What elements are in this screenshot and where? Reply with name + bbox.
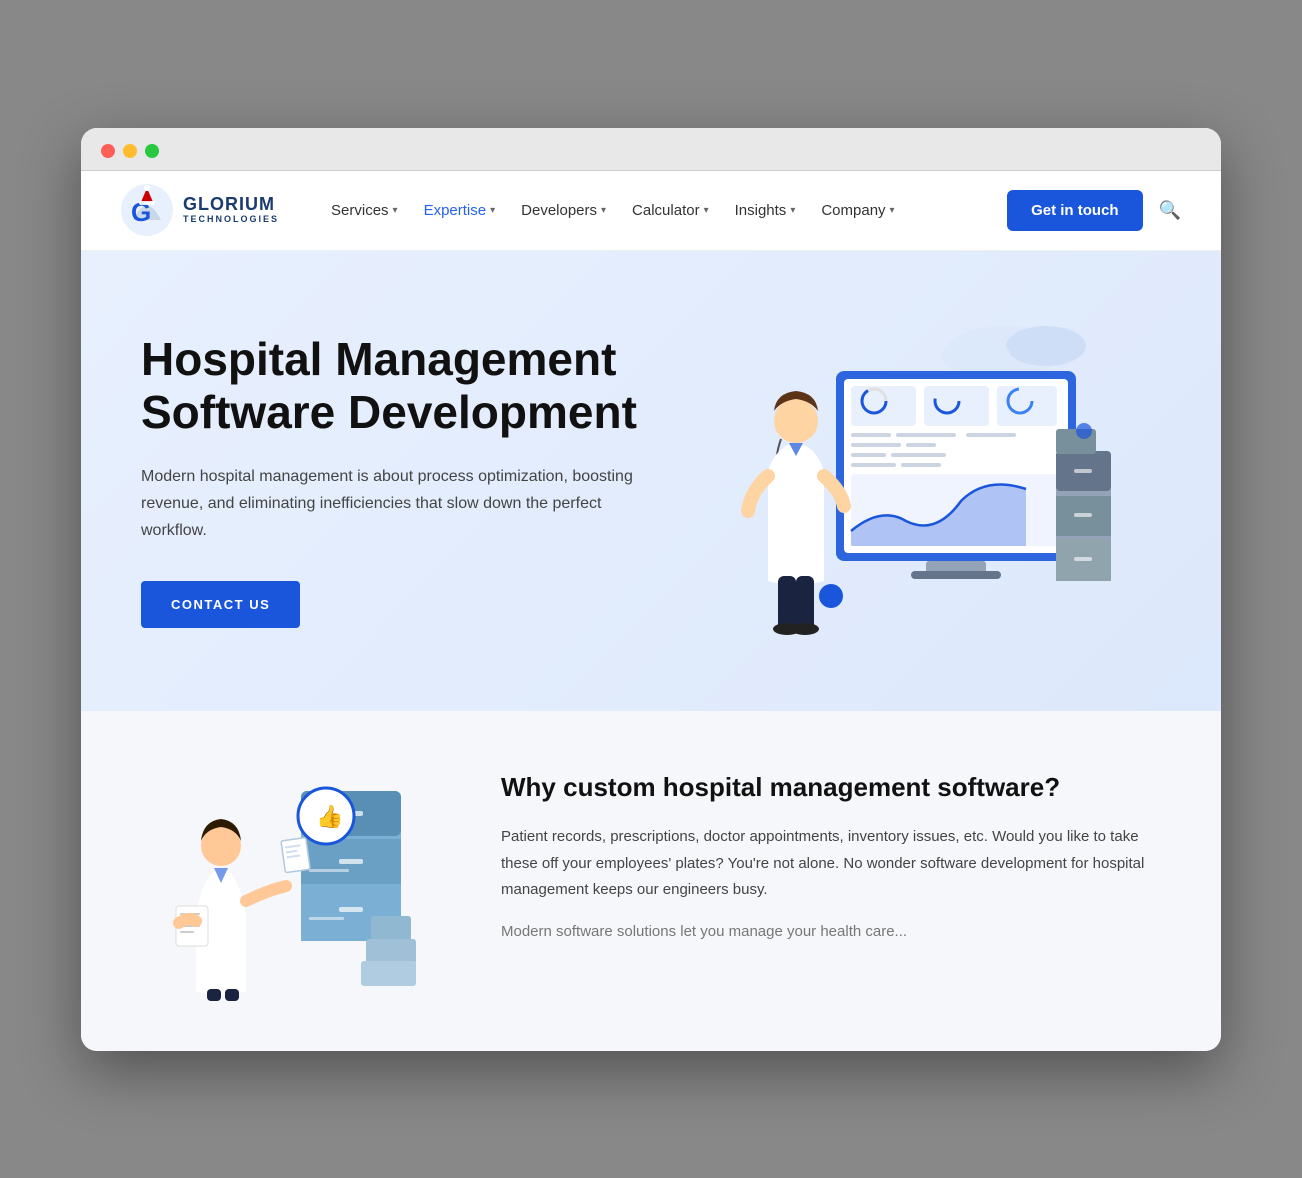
nav-links: Services ▾ Expertise ▾ Developers ▾ Calc… — [319, 194, 1007, 227]
chevron-down-icon: ▾ — [393, 205, 398, 216]
svg-text:👍: 👍 — [316, 804, 343, 829]
hero-title: Hospital Management Software Development — [141, 333, 651, 439]
chevron-down-icon: ▾ — [704, 205, 709, 216]
hero-illustration — [651, 311, 1161, 651]
nav-item-insights[interactable]: Insights ▾ — [723, 194, 808, 227]
why-illustration: 👍 — [141, 761, 441, 1001]
why-title: Why custom hospital management software? — [501, 771, 1161, 805]
hero-svg — [696, 311, 1116, 651]
why-section: 👍 Why custom hospital management softwar… — [81, 711, 1221, 1051]
chevron-down-icon: ▾ — [490, 205, 495, 216]
chevron-down-icon: ▾ — [890, 205, 895, 216]
hero-description: Modern hospital management is about proc… — [141, 463, 641, 545]
why-text-2: Modern software solutions let you manage… — [501, 919, 1161, 945]
logo-sub: TECHNOLOGIES — [183, 215, 279, 225]
get-in-touch-button[interactable]: Get in touch — [1007, 190, 1143, 231]
search-icon: 🔍 — [1159, 200, 1181, 220]
navbar: G GLORIUM TECHNOLOGIES Services ▾ Expert… — [81, 171, 1221, 251]
nav-item-services[interactable]: Services ▾ — [319, 194, 410, 227]
contact-us-button[interactable]: CONTACT US — [141, 581, 300, 628]
logo-icon: G — [121, 184, 173, 236]
logo-text: GLORIUM TECHNOLOGIES — [183, 195, 279, 225]
hero-content: Hospital Management Software Development… — [141, 333, 651, 627]
why-text-1: Patient records, prescriptions, doctor a… — [501, 824, 1161, 903]
browser-chrome — [81, 128, 1221, 171]
traffic-light-green[interactable] — [145, 144, 159, 158]
traffic-light-red[interactable] — [101, 144, 115, 158]
chevron-down-icon: ▾ — [790, 205, 795, 216]
search-button[interactable]: 🔍 — [1159, 200, 1181, 221]
nav-item-developers[interactable]: Developers ▾ — [509, 194, 618, 227]
traffic-lights — [101, 144, 1201, 158]
why-content: Why custom hospital management software?… — [501, 761, 1161, 946]
browser-window: G GLORIUM TECHNOLOGIES Services ▾ Expert… — [81, 128, 1221, 1051]
nav-item-calculator[interactable]: Calculator ▾ — [620, 194, 721, 227]
nav-item-expertise[interactable]: Expertise ▾ — [412, 194, 508, 227]
nav-item-company[interactable]: Company ▾ — [809, 194, 906, 227]
logo-brand: GLORIUM — [183, 195, 279, 215]
traffic-light-yellow[interactable] — [123, 144, 137, 158]
hero-section: Hospital Management Software Development… — [81, 251, 1221, 711]
logo-area[interactable]: G GLORIUM TECHNOLOGIES — [121, 184, 279, 236]
chevron-down-icon: ▾ — [601, 205, 606, 216]
